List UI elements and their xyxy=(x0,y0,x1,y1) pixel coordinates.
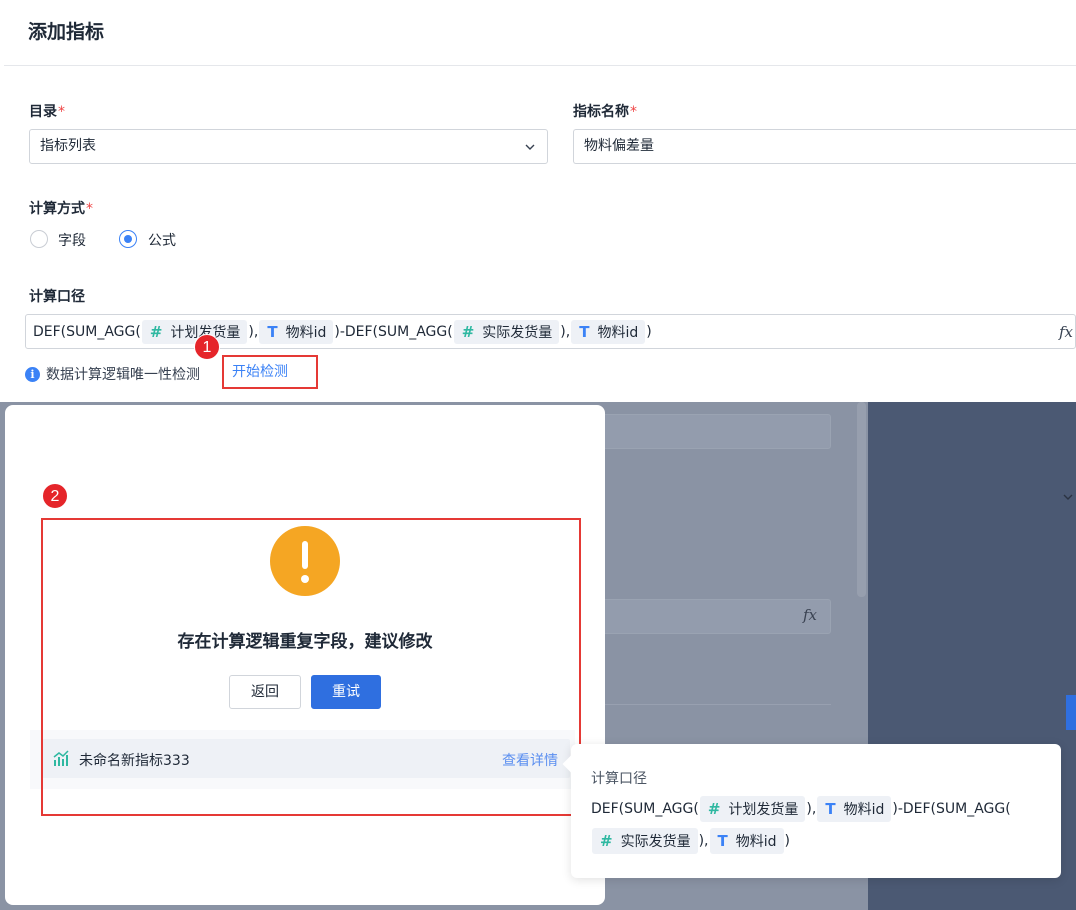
step-badge-2: 2 xyxy=(42,483,68,509)
formula-text: ), xyxy=(560,323,571,340)
field-token: T 物料id xyxy=(817,796,892,822)
popover-formula-line: DEF(SUM_AGG( # 计划发货量 ), T 物料id )-DEF(SUM_A… xyxy=(591,796,1011,822)
step-badge-1: 1 xyxy=(194,334,220,360)
formula-text: ) xyxy=(646,323,652,340)
metric-name-value: 物料偏差量 xyxy=(584,138,654,154)
field-token: # 实际发货量 xyxy=(592,828,698,854)
field-token: T 物料id xyxy=(709,828,784,854)
chevron-down-icon xyxy=(525,144,535,150)
formula-text: )-DEF(SUM_AGG( xyxy=(334,323,453,340)
popover-title: 计算口径 xyxy=(591,771,647,787)
formula-editor[interactable]: DEF(SUM_AGG( # 计划发货量 ), T 物料id )-DEF(SUM_A… xyxy=(25,314,1076,349)
field-token: # 计划发货量 xyxy=(699,796,806,822)
field-token[interactable]: T 物料id xyxy=(259,319,334,344)
catalog-value: 指标列表 xyxy=(40,138,96,154)
divider xyxy=(4,65,1076,66)
dimmed-input xyxy=(600,414,831,449)
radio-formula-label: 公式 xyxy=(148,233,176,249)
catalog-label: 目录* xyxy=(29,104,65,120)
dialog-title: 添加指标 xyxy=(28,21,105,43)
dimmed-scrollbar xyxy=(857,402,866,597)
text-field-icon: T xyxy=(267,322,278,341)
info-icon: i xyxy=(25,366,40,382)
field-token[interactable]: T 物料id xyxy=(571,319,646,344)
radio-field[interactable] xyxy=(30,230,48,248)
calc-method-label: 计算方式* xyxy=(29,201,93,217)
radio-field-label: 字段 xyxy=(58,233,86,249)
dimmed-button xyxy=(1066,695,1076,730)
uniqueness-check-row: i 数据计算逻辑唯一性检测 xyxy=(25,364,200,384)
calc-formula-label: 计算口径 xyxy=(29,289,85,305)
metric-name-input[interactable]: 物料偏差量 xyxy=(573,129,1076,164)
annotation-highlight xyxy=(41,518,581,816)
formula-text: DEF(SUM_AGG( xyxy=(33,323,141,340)
chevron-down-icon xyxy=(1063,494,1073,500)
radio-formula[interactable] xyxy=(119,230,137,248)
start-check-link[interactable]: 开始检测 xyxy=(222,355,318,389)
dimmed-formula-input xyxy=(600,599,831,634)
number-field-icon: # xyxy=(707,800,721,818)
text-field-icon: T xyxy=(717,832,728,850)
formula-popover: 计算口径 DEF(SUM_AGG( # 计划发货量 ), T 物料id )-DEF(… xyxy=(562,744,1061,878)
field-token[interactable]: # 实际发货量 xyxy=(453,319,560,344)
formula-text: ), xyxy=(248,323,259,340)
dimmed-divider xyxy=(600,704,831,705)
text-field-icon: T xyxy=(825,800,836,818)
metric-name-label: 指标名称* xyxy=(573,104,637,120)
number-field-icon: # xyxy=(461,322,475,341)
text-field-icon: T xyxy=(579,322,590,341)
fx-icon[interactable]: fx xyxy=(1059,323,1073,341)
uniqueness-check-text: 数据计算逻辑唯一性检测 xyxy=(46,367,200,383)
catalog-select[interactable]: 指标列表 xyxy=(29,129,548,164)
number-field-icon: # xyxy=(600,832,613,850)
popover-formula-line: # 实际发货量 ), T 物料id ) xyxy=(591,828,790,854)
fx-icon: fx xyxy=(803,606,818,624)
number-field-icon: # xyxy=(149,322,163,341)
